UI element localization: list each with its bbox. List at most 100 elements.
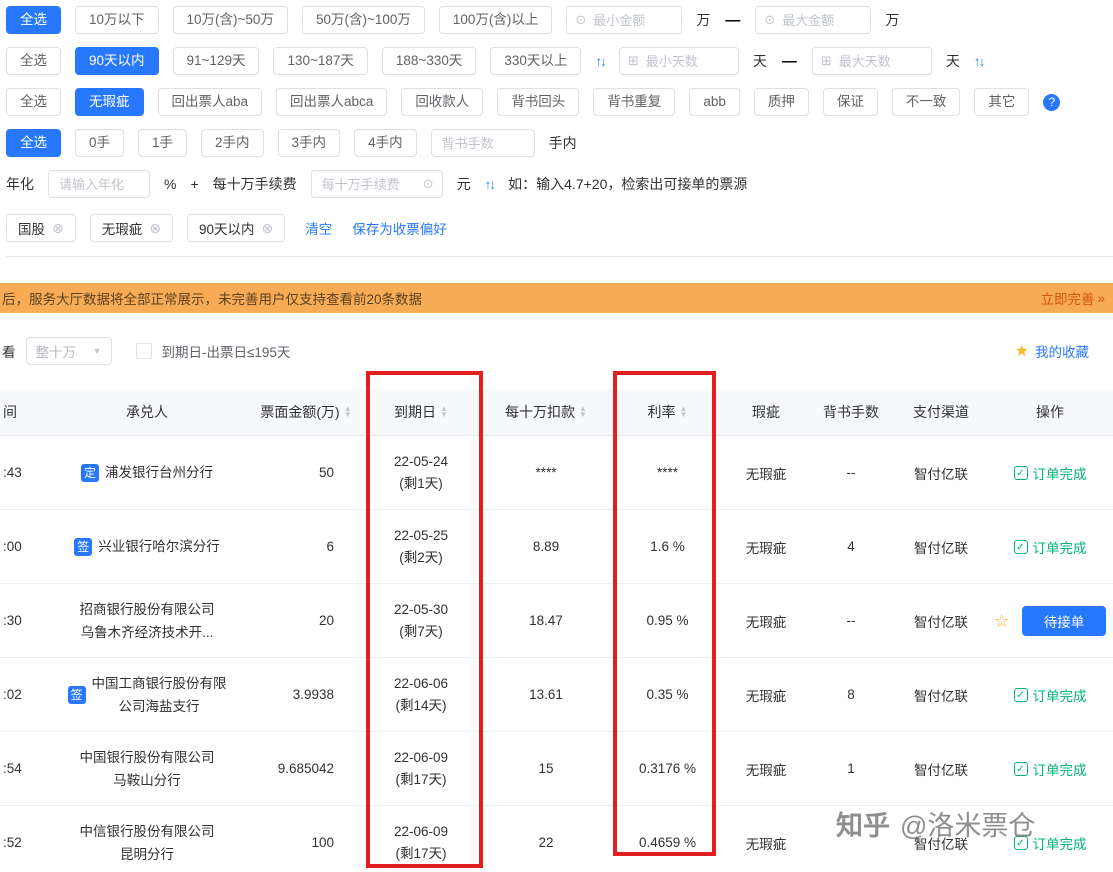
order-complete-icon: ✓ [1013, 761, 1028, 776]
days-filter-option-4[interactable]: 188~330天 [381, 47, 477, 75]
rate-field[interactable] [48, 170, 150, 198]
acceptor-badge-icon: 签 [74, 537, 93, 556]
days-filter-option-5[interactable]: 330天以上 [490, 47, 582, 75]
days-filter-option-3[interactable]: 130~187天 [273, 47, 368, 75]
flaw-filter-option-0[interactable]: 全选 [6, 88, 61, 116]
remove-tag-icon[interactable]: ⊗ [52, 220, 64, 237]
flaw-filter-option-5[interactable]: 背书回头 [497, 88, 580, 116]
calendar-icon: ⊞ [820, 53, 832, 68]
acceptor-cell: 中信银行股份有限公司 昆明分行 [42, 805, 252, 872]
remove-tag-icon[interactable]: ⊗ [149, 220, 161, 237]
sort-caret-icon[interactable]: ▲ ▼ [440, 405, 448, 419]
max-days-input[interactable] [836, 52, 923, 70]
face-amount-cell: 100 [252, 805, 360, 872]
column-header-4[interactable]: 每十万扣款 ▲ ▼ [482, 389, 610, 436]
deduction-cell: 22 [482, 805, 610, 872]
rate-cell: **** [610, 435, 725, 510]
amount-filter-option-4[interactable]: 100万(含)以上 [438, 6, 553, 34]
face-amount-cell: 20 [252, 583, 360, 658]
order-complete-link[interactable]: ✓ 订单完成 [1013, 685, 1087, 705]
sort-caret-icon[interactable]: ▲ ▼ [579, 405, 587, 419]
operation-cell: ✓ 订单完成 [987, 509, 1113, 584]
clear-filters-link[interactable]: 清空 [305, 218, 332, 238]
range-dash: — [725, 11, 741, 29]
days-range-sort-icon[interactable]: ↑↓ [974, 54, 985, 69]
days-filter-row: 全选 90天以内 91~129天 130~187天 188~330天 330天以上 ↑↓ … [6, 47, 1113, 75]
amount-filter-option-2[interactable]: 10万(含)~50万 [172, 6, 288, 34]
table-row: :02 签中国工商银行股份有限 公司海盐支行 3.9938 22-06-06 (剩14天)… [0, 657, 1113, 732]
complete-profile-link[interactable]: 立即完善 » [1040, 288, 1105, 308]
double-arrow-icon: » [1097, 290, 1105, 306]
max-days-field[interactable]: ⊞ [811, 47, 932, 75]
column-header-3[interactable]: 到期日 ▲ ▼ [360, 389, 482, 436]
days-sort-icon[interactable]: ↑↓ [595, 54, 606, 69]
chevron-down-icon: ▼ [92, 346, 102, 356]
rate-cell: 0.3176 % [610, 731, 725, 806]
rate-cell: 0.4659 % [610, 805, 725, 872]
order-complete-link[interactable]: ✓ 订单完成 [1013, 537, 1087, 557]
sort-caret-icon[interactable]: ▲ ▼ [680, 405, 688, 419]
help-icon[interactable]: ? [1043, 93, 1061, 111]
favorite-star-icon[interactable]: ☆ [994, 611, 1010, 631]
column-header-label: 瑕疵 [752, 404, 780, 420]
due-date-cell: 22-05-30 (剩7天) [360, 583, 482, 658]
rate-sort-icon[interactable]: ↑↓ [485, 177, 496, 192]
min-amount-field[interactable]: ⊙ [566, 6, 683, 34]
sort-caret-icon[interactable]: ▲ ▼ [344, 405, 352, 419]
accept-order-button[interactable]: 待接单 [1021, 605, 1107, 636]
flaw-filter-option-9[interactable]: 保证 [822, 88, 878, 116]
rate-label: 年化 [6, 176, 34, 192]
endorse-filter-option-2[interactable]: 1手 [138, 129, 188, 157]
amount-filter-option-3[interactable]: 50万(含)~100万 [301, 6, 425, 34]
days-filter-option-2[interactable]: 91~129天 [172, 47, 260, 75]
min-amount-input[interactable] [591, 11, 674, 29]
rate-cell: 0.35 % [610, 657, 725, 732]
flaw-filter-option-10[interactable]: 不一致 [891, 88, 961, 116]
amount-filter-option-1[interactable]: 10万以下 [75, 6, 159, 34]
endorse-count-field[interactable] [430, 129, 535, 157]
flaw-filter-option-4[interactable]: 回收款人 [401, 88, 484, 116]
flaw-filter-option-3[interactable]: 回出票人abca [276, 88, 388, 116]
order-complete-link[interactable]: ✓ 订单完成 [1013, 463, 1087, 483]
endorse-filter-option-1[interactable]: 0手 [75, 129, 125, 157]
order-complete-icon: ✓ [1013, 687, 1028, 702]
flaw-filter-option-6[interactable]: 背书重复 [593, 88, 676, 116]
column-header-2[interactable]: 票面金额(万) ▲ ▼ [252, 389, 360, 436]
endorse-filter-option-5[interactable]: 4手内 [354, 129, 417, 157]
due-range-checkbox[interactable] [135, 343, 152, 359]
fee-field[interactable]: ⊙ [310, 170, 443, 198]
pay-channel-cell: 智付亿联 [895, 657, 987, 732]
flaw-filter-option-11[interactable]: 其它 [974, 88, 1030, 116]
column-header-label: 背书手数 [823, 404, 879, 420]
endorse-filter-option-4[interactable]: 3手内 [277, 129, 341, 157]
acceptor-name-line: 昆明分行 [120, 846, 174, 862]
selected-tag-label: 无瑕疵 [101, 222, 143, 237]
max-amount-field[interactable]: ⊙ [755, 6, 872, 34]
flaw-filter-option-2[interactable]: 回出票人aba [157, 88, 263, 116]
column-header-label: 票面金额(万) [260, 404, 340, 420]
flaw-filter-option-8[interactable]: 质押 [753, 88, 809, 116]
days-filter-option-1[interactable]: 90天以内 [75, 47, 159, 75]
save-preference-link[interactable]: 保存为收票偏好 [352, 218, 447, 238]
max-amount-input[interactable] [780, 11, 863, 29]
column-header-5[interactable]: 利率 ▲ ▼ [610, 389, 725, 436]
endorse-count-input[interactable] [439, 134, 526, 152]
endorse-filter-group: 全选 0手 1手 2手内 3手内 4手内 [6, 129, 417, 157]
min-days-input[interactable] [643, 52, 730, 70]
column-header-6: 瑕疵 [725, 389, 807, 436]
my-favorites-button[interactable]: ★ 我的收藏 [1015, 341, 1089, 361]
min-days-field[interactable]: ⊞ [618, 47, 739, 75]
rate-input[interactable] [57, 175, 141, 193]
days-filter-option-0[interactable]: 全选 [6, 47, 61, 75]
remove-tag-icon[interactable]: ⊗ [262, 220, 274, 237]
yuan-unit-label: 元 [456, 176, 471, 192]
order-complete-link[interactable]: ✓ 订单完成 [1013, 759, 1087, 779]
flaw-filter-option-7[interactable]: abb [689, 88, 740, 116]
amount-round-dropdown[interactable]: 整十万 ▼ [25, 337, 112, 365]
flaw-filter-option-1[interactable]: 无瑕疵 [75, 88, 144, 116]
amount-filter-option-0[interactable]: 全选 [6, 6, 61, 34]
face-amount-cell: 9.685042 [252, 731, 360, 806]
endorse-filter-option-0[interactable]: 全选 [6, 129, 61, 157]
fee-input[interactable] [319, 175, 418, 193]
endorse-filter-option-3[interactable]: 2手内 [201, 129, 264, 157]
